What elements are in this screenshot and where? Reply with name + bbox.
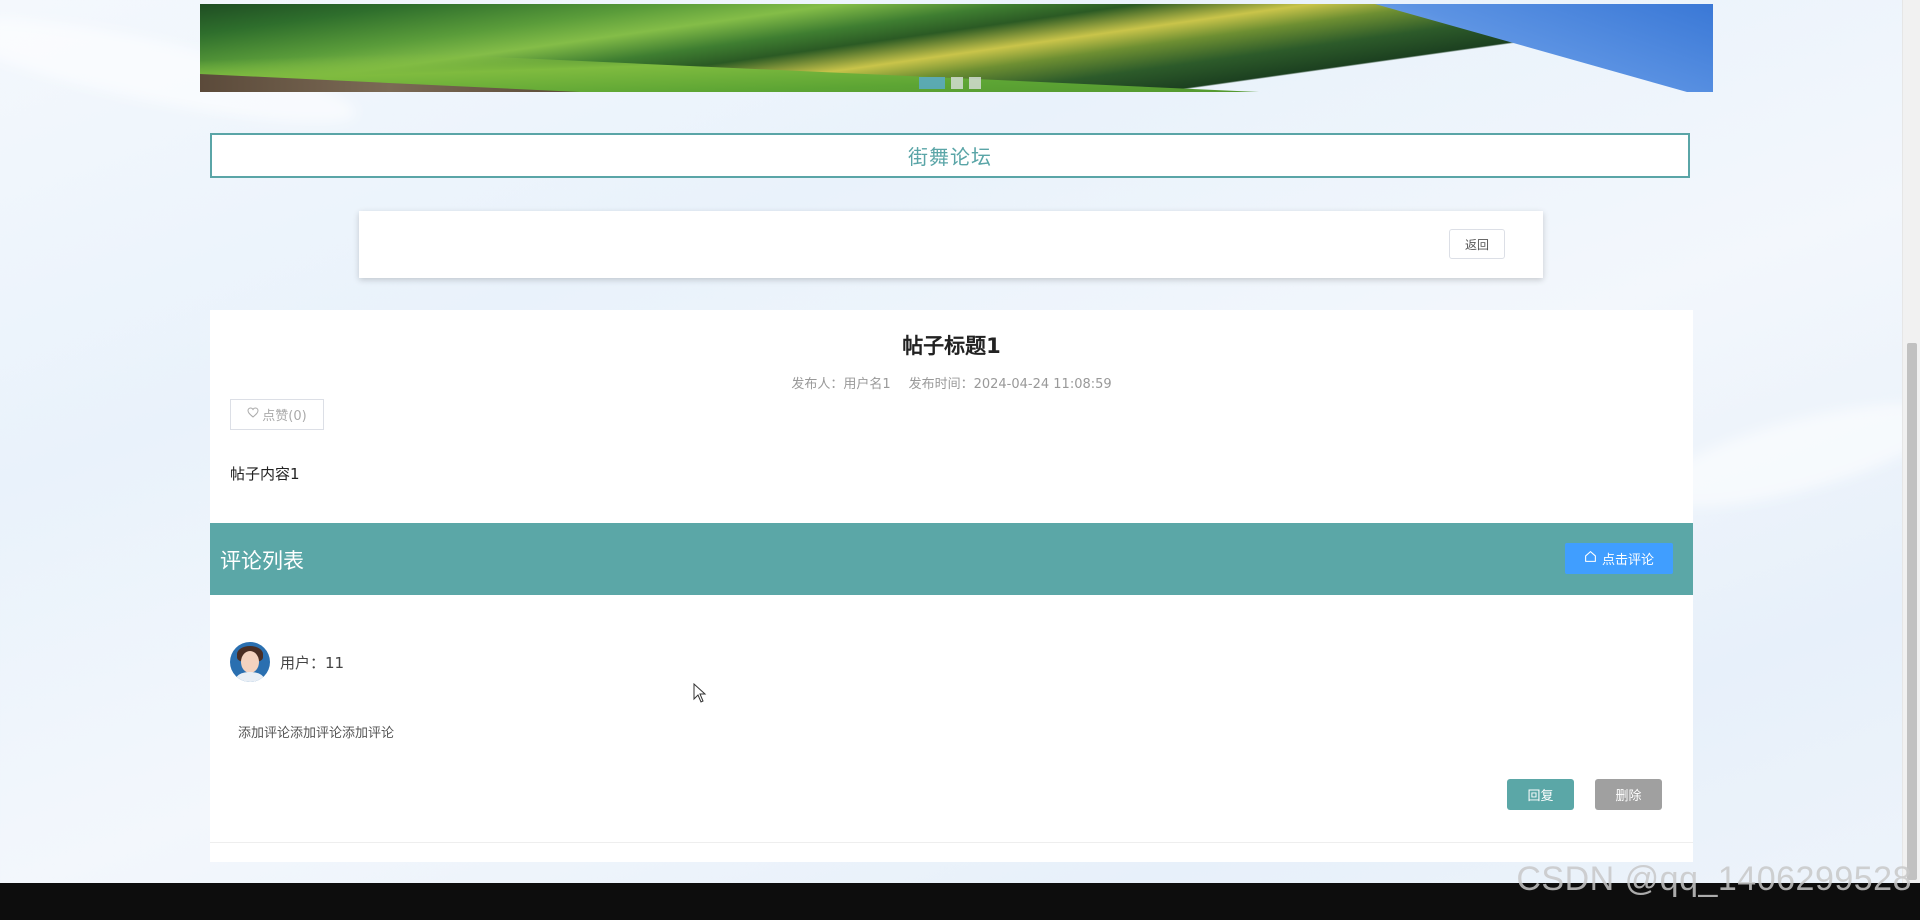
comment-list-header: 评论列表 点击评论	[210, 523, 1693, 595]
post-author: 发布人：用户名1	[791, 377, 891, 392]
scrollbar[interactable]	[1902, 0, 1920, 883]
post-time: 发布时间：2024-04-24 11:08:59	[908, 377, 1112, 392]
post-content: 帖子内容1	[230, 465, 300, 483]
comment-username: 用户：11	[280, 653, 345, 672]
carousel-dot-1[interactable]	[919, 77, 945, 89]
back-button[interactable]: 返回	[1449, 229, 1505, 259]
delete-button[interactable]: 删除	[1595, 779, 1662, 810]
add-comment-label: 点击评论	[1601, 553, 1654, 568]
mouse-cursor-icon	[693, 682, 707, 707]
post-meta: 发布人：用户名1 发布时间：2024-04-24 11:08:59	[210, 373, 1693, 392]
comment-text: 添加评论添加评论添加评论	[238, 726, 395, 741]
heart-icon	[247, 407, 259, 422]
comment-author: 用户：11	[230, 642, 344, 682]
watermark: CSDN @qq_1406299528	[1516, 860, 1912, 898]
post-card: 帖子标题1 发布人：用户名1 发布时间：2024-04-24 11:08:59 点…	[210, 310, 1693, 862]
back-bar: 返回	[359, 211, 1543, 278]
forum-title: 街舞论坛	[210, 133, 1690, 178]
post-title: 帖子标题1	[902, 334, 1001, 358]
comment-list-title: 评论列表	[220, 549, 304, 573]
banner-sky	[1375, 4, 1713, 92]
reply-button[interactable]: 回复	[1507, 779, 1574, 810]
home-icon	[1584, 550, 1597, 567]
forum-title-text: 街舞论坛	[908, 145, 992, 169]
like-label: 点赞(0)	[262, 409, 307, 424]
carousel-dot-2[interactable]	[951, 77, 963, 89]
carousel-dot-3[interactable]	[969, 77, 981, 89]
add-comment-button[interactable]: 点击评论	[1565, 543, 1673, 574]
avatar	[230, 642, 270, 682]
scrollbar-thumb[interactable]	[1907, 343, 1917, 880]
like-button[interactable]: 点赞(0)	[230, 399, 324, 430]
divider	[210, 842, 1693, 843]
carousel-indicators	[919, 77, 981, 89]
